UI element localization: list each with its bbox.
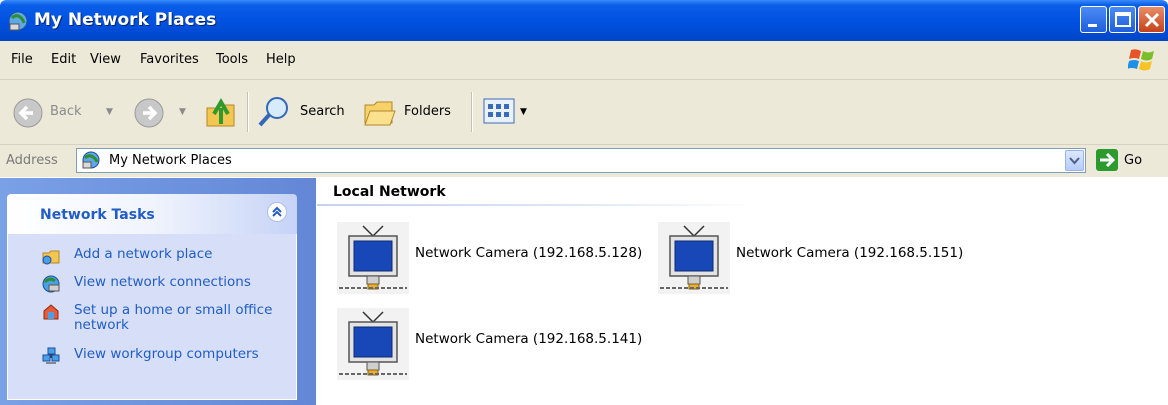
forward-dropdown-icon[interactable]: ▼	[179, 107, 186, 117]
windows-logo-icon	[1128, 49, 1154, 71]
go-button[interactable]	[1096, 149, 1118, 171]
network-tasks-header[interactable]: Network Tasks	[7, 194, 297, 234]
address-input[interactable]: My Network Places	[76, 148, 1086, 173]
home-network-setup-icon	[43, 304, 59, 320]
workgroup-computers-icon	[42, 347, 60, 364]
menu-bar: File Edit View Favorites Tools Help	[0, 41, 1168, 80]
views-icon[interactable]	[483, 98, 517, 126]
window-title: My Network Places	[34, 10, 217, 30]
standard-toolbar: Back ▼ ▼ Search Folders ▼	[0, 80, 1168, 145]
maximize-icon	[1115, 12, 1131, 27]
network-connections-icon	[42, 275, 60, 293]
address-value: My Network Places	[109, 153, 232, 168]
minimize-icon	[1088, 24, 1097, 27]
search-button-label[interactable]: Search	[300, 104, 345, 119]
menu-tools[interactable]: Tools	[216, 52, 248, 67]
search-icon[interactable]	[256, 94, 292, 130]
task-setup-home-network[interactable]: Set up a home or small office network	[8, 302, 298, 338]
menu-favorites[interactable]: Favorites	[140, 52, 199, 67]
network-places-icon	[82, 151, 100, 169]
network-tasks-title: Network Tasks	[40, 207, 155, 223]
item-label: Network Camera (192.168.5.151)	[736, 245, 964, 261]
back-button-label[interactable]: Back	[50, 104, 82, 119]
title-bar[interactable]: My Network Places	[0, 0, 1168, 41]
menu-file[interactable]: File	[11, 52, 33, 67]
task-view-network-connections[interactable]: View network connections	[8, 274, 298, 296]
task-label: View network connections	[74, 274, 251, 290]
task-label: Set up a home or small office network	[74, 302, 273, 333]
close-icon	[1144, 12, 1160, 28]
network-places-icon	[8, 11, 28, 31]
address-label: Address	[6, 153, 58, 168]
file-list-view: Local Network Network Camera (192.168.5.…	[317, 178, 1168, 405]
item-label: Network Camera (192.168.5.128)	[415, 245, 643, 261]
toolbar-separator	[471, 92, 473, 132]
back-dropdown-icon[interactable]: ▼	[106, 107, 113, 117]
network-tasks-panel: Network Tasks Add a network place View n…	[7, 194, 297, 400]
add-network-place-icon	[42, 250, 60, 265]
group-header-local-network: Local Network	[333, 184, 446, 200]
back-arrow-icon[interactable]	[12, 97, 44, 129]
views-dropdown-icon[interactable]: ▼	[520, 107, 527, 117]
go-label[interactable]: Go	[1124, 153, 1142, 168]
up-folder-icon[interactable]	[203, 94, 239, 130]
minimize-button[interactable]	[1080, 6, 1107, 33]
task-pane: Network Tasks Add a network place View n…	[0, 178, 316, 405]
toolbar-separator	[247, 92, 249, 132]
folders-icon[interactable]	[362, 95, 398, 129]
network-camera-icon	[658, 222, 730, 294]
network-camera-icon	[337, 308, 409, 380]
chevron-down-icon	[1069, 157, 1080, 165]
task-label: Add a network place	[74, 246, 213, 262]
double-chevron-up-icon	[272, 206, 282, 217]
task-add-network-place[interactable]: Add a network place	[8, 246, 298, 268]
menu-view[interactable]: View	[90, 52, 121, 67]
maximize-button[interactable]	[1109, 6, 1136, 33]
address-bar: Address My Network Places Go	[0, 145, 1168, 177]
group-divider	[317, 204, 757, 206]
forward-arrow-icon[interactable]	[133, 97, 165, 129]
close-button[interactable]	[1138, 6, 1165, 33]
collapse-button[interactable]	[267, 202, 287, 222]
folders-button-label[interactable]: Folders	[404, 104, 451, 119]
item-label: Network Camera (192.168.5.141)	[415, 331, 643, 347]
explorer-window: My Network Places File Edit View Favorit…	[0, 0, 1168, 405]
menu-edit[interactable]: Edit	[51, 52, 76, 67]
network-tasks-list: Add a network place View network connect…	[7, 234, 297, 400]
task-label: View workgroup computers	[74, 346, 259, 362]
menu-help[interactable]: Help	[266, 52, 296, 67]
network-camera-icon	[337, 222, 409, 294]
address-dropdown-button[interactable]	[1065, 150, 1084, 171]
task-view-workgroup-computers[interactable]: View workgroup computers	[8, 346, 298, 368]
go-arrow-icon	[1100, 152, 1116, 168]
